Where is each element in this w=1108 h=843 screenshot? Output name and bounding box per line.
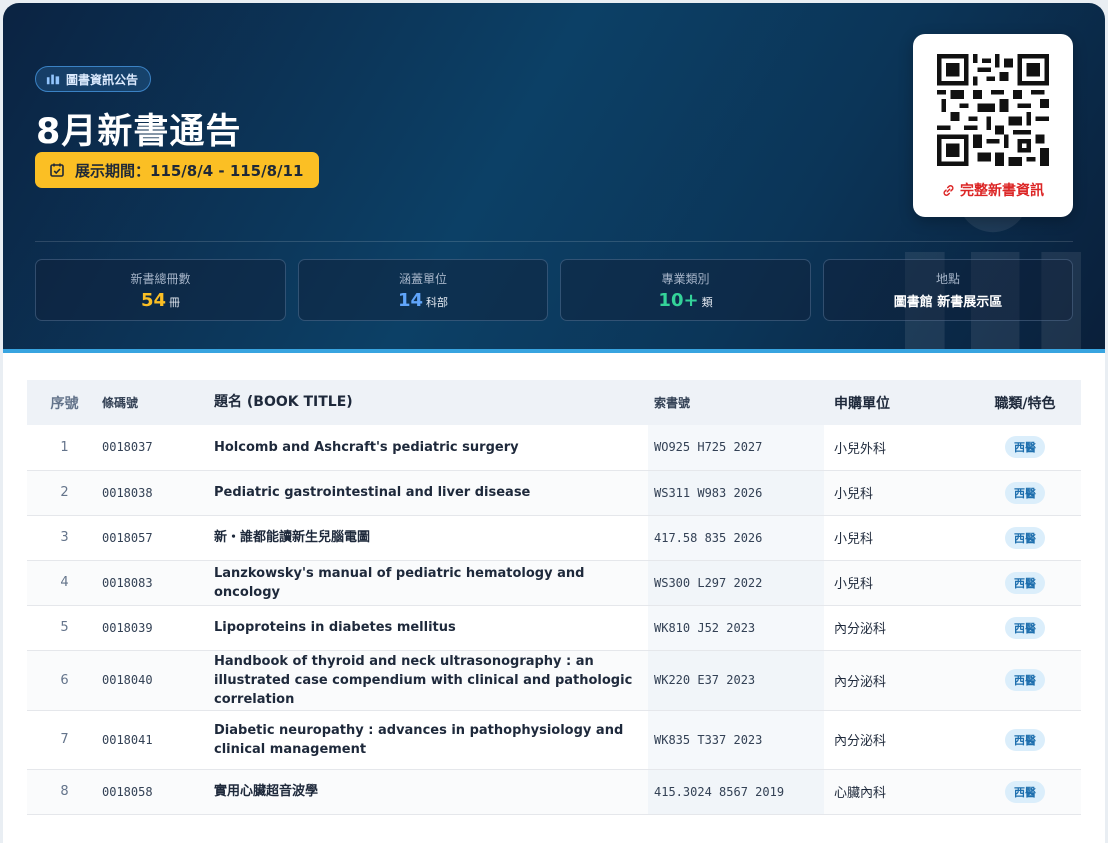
- col-dept-header: 申購單位: [834, 395, 890, 412]
- stat-categories: 專業類別 10+ 類: [560, 259, 811, 321]
- table-row: 2 0018038 Pediatric gastrointestinal and…: [27, 470, 1081, 516]
- stat-departments-value: 14: [397, 290, 424, 311]
- full-info-link-label: 完整新書資訊: [960, 183, 1044, 199]
- category-tag: 西醫: [1005, 728, 1045, 751]
- table-row: 1 0018037 Holcomb and Ashcraft's pediatr…: [27, 425, 1081, 471]
- stat-departments: 涵蓋單位 14 科部: [298, 259, 548, 321]
- category-tag: 西醫: [1005, 526, 1045, 549]
- stat-categories-value: 10+: [658, 290, 699, 311]
- category-tag: 西醫: [1005, 436, 1045, 459]
- col-call-header: 索書號: [654, 396, 691, 410]
- library-icon: [46, 74, 60, 85]
- category-tag: 西醫: [1005, 669, 1045, 691]
- category-tag: 西醫: [1005, 780, 1045, 803]
- category-badge: 圖書資訊公告: [35, 66, 152, 92]
- table-row: 6 0018040 Handbook of thyroid and neck u…: [27, 650, 1081, 711]
- exhibition-period: 展示期間：115/8/4 - 115/8/11: [35, 152, 320, 188]
- period-text: 展示期間：115/8/4 - 115/8/11: [75, 161, 304, 180]
- table-row: 5 0018039 Lipoproteins in diabetes melli…: [27, 605, 1081, 651]
- table-row: 7 0018041 Diabetic neuropathy : advances…: [27, 710, 1081, 770]
- link-icon: [943, 184, 954, 196]
- qr-code[interactable]: [937, 54, 1049, 166]
- calendar-check-icon: [50, 163, 64, 177]
- category-tag: 西醫: [1005, 571, 1045, 594]
- page-title: 8月新書通告: [36, 112, 242, 152]
- col-title-header: 題名 (BOOK TITLE): [214, 394, 353, 410]
- stat-location-value: 圖書館 新書展示區: [893, 295, 1003, 310]
- stat-location: 地點 圖書館 新書展示區: [823, 259, 1073, 321]
- new-books-table: 序號 條碼號 題名 (BOOK TITLE) 索書號 申購單位 職類/特色 1 …: [27, 380, 1081, 815]
- category-tag: 西醫: [1005, 616, 1045, 639]
- qr-card[interactable]: 完整新書資訊: [913, 34, 1073, 217]
- stat-total-books-value: 54: [140, 290, 167, 311]
- hero-divider: [35, 241, 1073, 242]
- table-row: 8 0018058 實用心臟超音波學 415.3024 8567 2019 心臟…: [27, 769, 1081, 815]
- col-tag-header: 職類/特色: [994, 395, 1056, 412]
- badge-label: 圖書資訊公告: [66, 72, 139, 87]
- bulletin-card: 圖書資訊公告 8月新書通告 展示期間：115/8/4 - 115/8/11 完整…: [3, 3, 1105, 843]
- category-tag: 西醫: [1005, 481, 1045, 504]
- stat-total-books: 新書總冊數 54 冊: [35, 259, 286, 321]
- full-info-link[interactable]: 完整新書資訊: [913, 180, 1073, 200]
- table-header-row: 序號 條碼號 題名 (BOOK TITLE) 索書號 申購單位 職類/特色: [27, 380, 1081, 425]
- hero-header: 圖書資訊公告 8月新書通告 展示期間：115/8/4 - 115/8/11 完整…: [3, 3, 1105, 373]
- hero-accent-bar: [3, 349, 1105, 353]
- table-row: 4 0018083 Lanzkowsky's manual of pediatr…: [27, 560, 1081, 606]
- table-row: 3 0018057 新・誰都能讀新生兒腦電圖 417.58 835 2026 小…: [27, 515, 1081, 561]
- col-barcode-header: 條碼號: [102, 396, 139, 410]
- col-no-header: 序號: [50, 395, 79, 412]
